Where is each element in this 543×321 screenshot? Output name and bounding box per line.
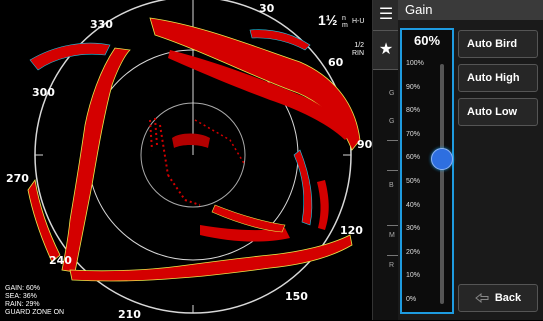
slider-tick-label: 90% <box>406 83 421 91</box>
slider-track[interactable] <box>440 64 444 304</box>
back-arrow-icon <box>475 293 489 303</box>
bearing-label: 60 <box>328 56 344 69</box>
radar-view[interactable]: 30 60 90 120 150 210 240 270 300 330 1½ … <box>0 0 373 321</box>
auto-bird-button[interactable]: Auto Bird <box>458 30 538 58</box>
gain-panel: Gain 60% 100% 90% 80% 70% 60% 50% 40% 30% 20% 10%… <box>398 0 543 320</box>
bearing-label: 90 <box>357 138 373 151</box>
strip-label: G <box>389 90 395 97</box>
status-gain: GAIN: 60% <box>5 285 41 292</box>
bearing-label: 330 <box>90 18 113 31</box>
menu-button[interactable]: ☰ <box>373 0 399 31</box>
strip-label: M <box>389 232 395 239</box>
slider-tick-label: 70% <box>406 130 421 138</box>
slider-tick-label: 40% <box>406 201 421 209</box>
gain-slider[interactable]: 60% 100% 90% 80% 70% 60% 50% 40% 30% 20% 10% 0% <box>400 28 454 314</box>
bearing-label: 210 <box>118 308 141 321</box>
slider-tick-label: 0% <box>406 296 417 303</box>
panel-title: Gain <box>398 0 543 20</box>
gain-value: 60% <box>413 33 441 48</box>
slider-tick-label: 20% <box>406 248 421 256</box>
bearing-label: 270 <box>6 172 29 185</box>
slider-tick-label: 80% <box>406 107 421 115</box>
bearing-label: 150 <box>285 290 308 303</box>
star-icon: ★ <box>378 41 394 58</box>
bearing-label: 120 <box>340 224 363 237</box>
radar-echoes <box>27 17 361 282</box>
back-label: Back <box>494 292 522 304</box>
favorites-button[interactable]: ★ <box>373 31 399 70</box>
range-value: 1½ <box>318 12 338 28</box>
slider-tick-label: 30% <box>406 225 421 233</box>
strip-label: G <box>389 118 395 125</box>
auto-low-button[interactable]: Auto Low <box>458 98 538 126</box>
slider-tick-label: 60% <box>406 154 421 162</box>
bearing-label: 300 <box>32 86 55 99</box>
slider-tick-label: 100% <box>406 60 424 67</box>
auto-high-button[interactable]: Auto High <box>458 64 538 92</box>
range-mode: H-U <box>352 18 365 25</box>
menu-icon: ☰ <box>378 6 394 23</box>
bearing-label: 240 <box>49 254 72 267</box>
radar-scope <box>27 0 361 314</box>
side-strip: ☰ ★ G G B M R <box>372 0 399 320</box>
strip-label: B <box>389 182 394 189</box>
slider-thumb[interactable] <box>431 148 453 171</box>
bearing-label: 30 <box>259 2 275 15</box>
back-button[interactable]: Back <box>458 284 538 312</box>
range-info: 1/2 RIN <box>352 42 365 57</box>
status-guard-zone: GUARD ZONE ON <box>5 309 65 316</box>
strip-label: R <box>389 262 395 269</box>
radar-status: GAIN: 60% SEA: 36% RAIN: 29% GUARD ZONE … <box>5 285 64 317</box>
slider-tick-label: 10% <box>406 272 421 280</box>
status-rain: RAIN: 29% <box>5 301 40 308</box>
range-unit: n m <box>342 15 348 29</box>
status-sea: SEA: 36% <box>5 293 37 300</box>
slider-tick-label: 50% <box>406 178 421 185</box>
